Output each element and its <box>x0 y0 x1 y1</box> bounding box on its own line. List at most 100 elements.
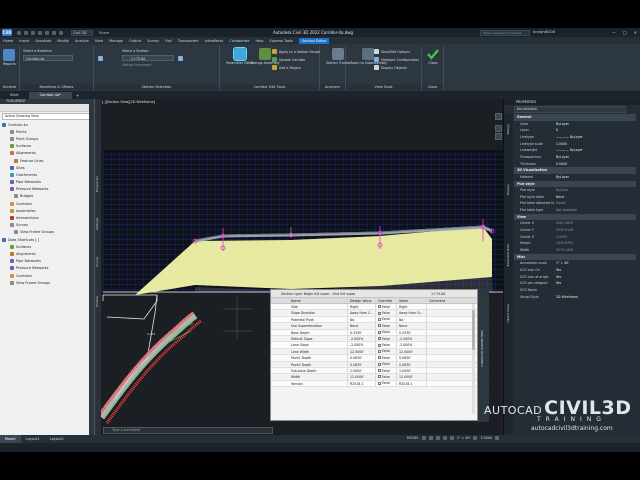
property-row[interactable]: UCS icon at origin Yes <box>514 274 636 281</box>
viewport-config-button[interactable]: Viewport Configuration <box>374 57 419 62</box>
override-cell[interactable]: False <box>375 348 396 355</box>
display-objects-button[interactable]: Display Objects <box>374 65 407 70</box>
parameter-value[interactable]: 12.0000' <box>396 374 426 380</box>
tree-item[interactable]: Assemblies <box>2 207 94 214</box>
override-cell[interactable]: False <box>375 374 396 380</box>
side-tab-survey[interactable]: Survey <box>95 249 101 274</box>
comment-cell[interactable] <box>426 329 466 335</box>
ribbon-tab-infraworks[interactable]: InfraWorks <box>205 39 224 43</box>
ribbon-tab-modify[interactable]: Modify <box>57 39 69 43</box>
tree-item[interactable]: Alignments <box>2 250 94 257</box>
share-button[interactable]: Share <box>99 31 109 35</box>
property-row[interactable]: UCS per viewport Yes <box>514 280 636 287</box>
side-tab-toolbox[interactable]: Toolbox <box>95 289 101 314</box>
property-row[interactable]: Height 1435.8791 <box>514 240 636 247</box>
ribbon-tab-collaborate[interactable]: Collaborate <box>229 39 249 43</box>
tree-item[interactable]: Data Shortcuts [ ] <box>2 236 94 243</box>
override-cell[interactable]: False <box>375 380 396 387</box>
property-value[interactable]: Yes <box>554 267 636 274</box>
property-value[interactable]: ———— ByLayer <box>554 147 636 154</box>
property-row[interactable]: Lineweight ———— ByLayer <box>514 147 636 154</box>
override-checkbox[interactable] <box>378 311 381 315</box>
parameter-value[interactable]: 0.0830' <box>396 355 426 361</box>
annotation-scale[interactable]: 1" = 40' <box>457 436 471 440</box>
polar-icon[interactable] <box>442 436 447 440</box>
tree-item[interactable]: View Frame Groups <box>2 279 94 286</box>
column-header[interactable]: Override <box>375 298 396 303</box>
override-checkbox[interactable] <box>378 305 381 309</box>
station-select[interactable]: 1+75.00 <box>122 55 174 61</box>
reports-button[interactable]: Reports <box>3 49 16 66</box>
property-row[interactable]: Plot table attached to Model <box>514 200 636 207</box>
snap-icon[interactable] <box>428 436 433 440</box>
comment-cell[interactable] <box>426 361 466 367</box>
maximize-icon[interactable]: □ <box>623 30 627 35</box>
property-row[interactable]: Thickness 0.0000 <box>514 161 636 168</box>
ribbon-tab-express-tools[interactable]: Express Tools <box>269 39 292 43</box>
tree-item[interactable]: Corridor-4a <box>2 121 94 128</box>
override-checkbox[interactable] <box>378 362 381 366</box>
override-checkbox[interactable] <box>378 337 381 341</box>
override-checkbox[interactable] <box>378 330 381 334</box>
viewcube-icon[interactable] <box>495 113 502 120</box>
viewport-label[interactable]: [-][Section View][2D Wireframe] <box>102 100 155 104</box>
property-row[interactable]: Color ByLayer <box>514 121 636 128</box>
baseline-select[interactable]: Corridor-4a <box>23 55 73 61</box>
property-row[interactable]: Visual Style 2D Wireframe <box>514 294 636 301</box>
properties-side-tab[interactable]: Extended Data <box>506 244 510 266</box>
side-tab-prospector[interactable]: Prospector <box>95 169 101 199</box>
property-row[interactable]: Material ByLayer <box>514 174 636 181</box>
override-cell[interactable]: False <box>375 335 396 342</box>
tree-item[interactable]: Feature Lines <box>2 157 94 164</box>
tree-item[interactable]: Surfaces <box>2 143 94 150</box>
comment-cell[interactable] <box>426 310 466 316</box>
layout-tab[interactable]: Model <box>0 435 21 443</box>
comment-cell[interactable] <box>426 323 466 329</box>
toolspace-view-select[interactable]: Active Drawing View <box>2 113 92 120</box>
parameter-value[interactable]: Right <box>396 304 426 310</box>
property-row[interactable]: Linetype ———— ByLayer <box>514 134 636 141</box>
property-value[interactable]: 0.0000 <box>554 234 636 241</box>
property-value[interactable]: Yes <box>554 280 636 287</box>
property-row[interactable]: Plot style ByColor <box>514 187 636 194</box>
property-value[interactable]: ByLayer <box>554 154 636 161</box>
property-value[interactable]: 3474.1456 <box>554 247 636 254</box>
column-header[interactable]: Comment <box>426 298 466 303</box>
property-value[interactable]: 0 <box>554 127 636 134</box>
property-row[interactable]: Plot table type Not available <box>514 207 636 214</box>
new-tab-icon[interactable]: + <box>72 92 83 99</box>
redo-icon[interactable] <box>59 30 63 35</box>
minimize-icon[interactable]: — <box>612 30 616 35</box>
tree-item[interactable]: View Frame Groups <box>2 229 94 236</box>
prev-station-button[interactable] <box>98 56 103 61</box>
document-tab[interactable]: Corridor-4a* <box>29 92 72 99</box>
ribbon-tab-transparent[interactable]: Transparent <box>178 39 199 43</box>
selection-dropdown[interactable]: No selection <box>514 106 626 113</box>
property-row[interactable]: Center Y 4330.9149 <box>514 227 636 234</box>
tree-item[interactable]: Pressure Networks <box>2 265 94 272</box>
parameter-value[interactable]: 12.0000' <box>396 348 426 355</box>
comment-cell[interactable] <box>426 335 466 342</box>
property-value[interactable]: None <box>554 194 636 201</box>
layout-tab[interactable]: Layout2 <box>45 435 69 443</box>
property-value[interactable]: 1.0000 <box>554 141 636 148</box>
property-value[interactable]: 1" = 40' <box>554 260 636 267</box>
override-checkbox[interactable] <box>378 356 381 360</box>
tree-item[interactable]: Surfaces <box>2 243 94 250</box>
ribbon-tab-output[interactable]: Output <box>129 39 141 43</box>
update-corridor-button[interactable]: Update Corridor <box>272 57 305 62</box>
properties-side-tab[interactable]: Object Class <box>506 304 510 323</box>
tree-item[interactable]: Corridors <box>2 200 94 207</box>
comment-cell[interactable] <box>426 304 466 310</box>
override-checkbox[interactable] <box>378 375 381 379</box>
command-line-input[interactable]: Type a command <box>103 427 273 434</box>
scroll-thumb[interactable] <box>472 310 475 350</box>
parameter-value[interactable]: -2.000% <box>396 335 426 342</box>
property-value[interactable]: ByLayer <box>554 121 636 128</box>
property-value[interactable]: 0.0000 <box>554 161 636 168</box>
property-value[interactable]: Not available <box>554 207 636 214</box>
override-cell[interactable]: False <box>375 367 396 374</box>
override-checkbox[interactable] <box>378 317 381 321</box>
plot-icon[interactable] <box>45 30 49 35</box>
parameter-value[interactable]: -2.000% <box>396 342 426 348</box>
